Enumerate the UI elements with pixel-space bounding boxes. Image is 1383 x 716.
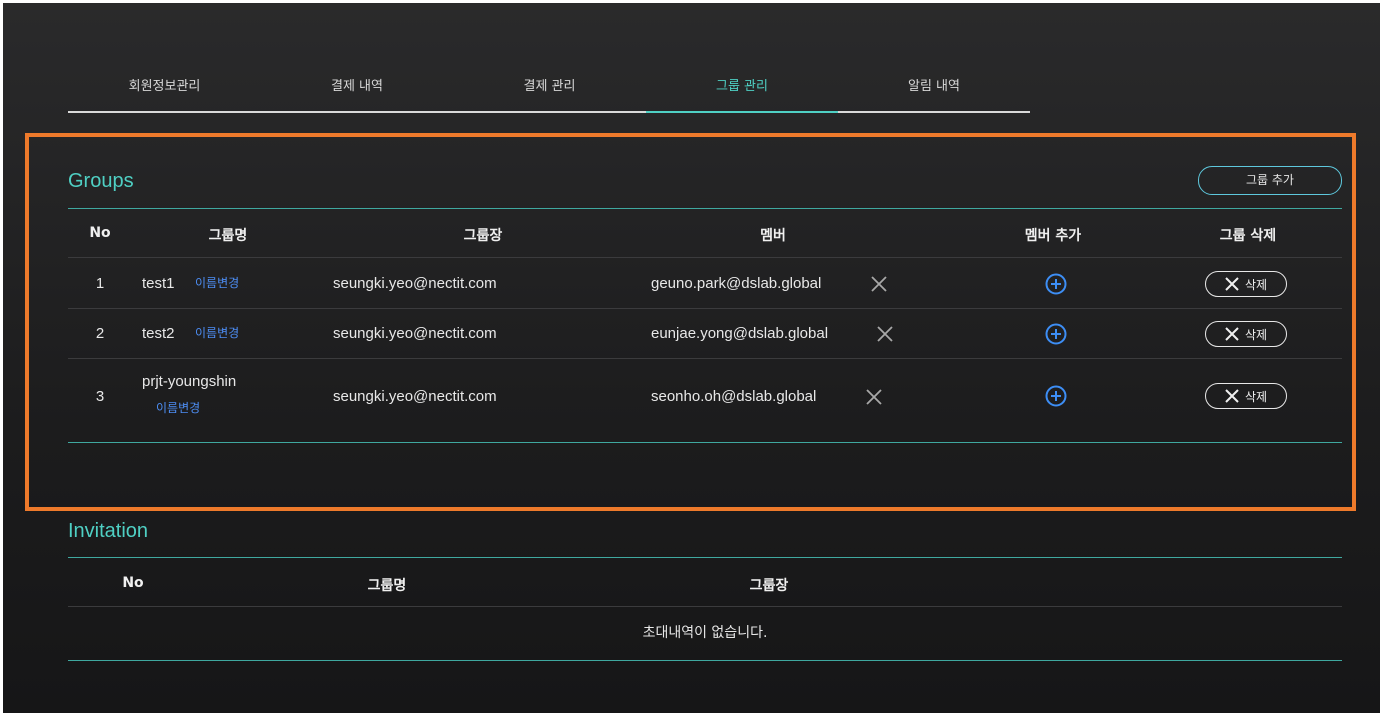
invitation-top-divider	[68, 557, 1342, 558]
invitation-header-name: 그룹명	[367, 578, 407, 594]
tab-payment-management[interactable]: 결제 관리	[453, 69, 646, 113]
highlight-box	[25, 133, 1356, 511]
invitation-empty-message: 초대내역이 없습니다.	[642, 625, 768, 641]
invitation-header-no: No	[122, 575, 144, 591]
tab-payment-history[interactable]: 결제 내역	[261, 69, 453, 113]
tab-notification-history[interactable]: 알림 내역	[838, 69, 1030, 113]
tab-group-management[interactable]: 그룹 관리	[646, 69, 838, 113]
invitation-bottom-divider	[68, 660, 1342, 661]
invitation-header-leader: 그룹장	[749, 578, 789, 594]
tab-bar: 회원정보관리 결제 내역 결제 관리 그룹 관리 알림 내역	[68, 69, 1030, 113]
invitation-header-divider	[68, 606, 1342, 607]
invitation-title: Invitation	[68, 520, 149, 542]
tab-member-info[interactable]: 회원정보관리	[68, 69, 261, 113]
